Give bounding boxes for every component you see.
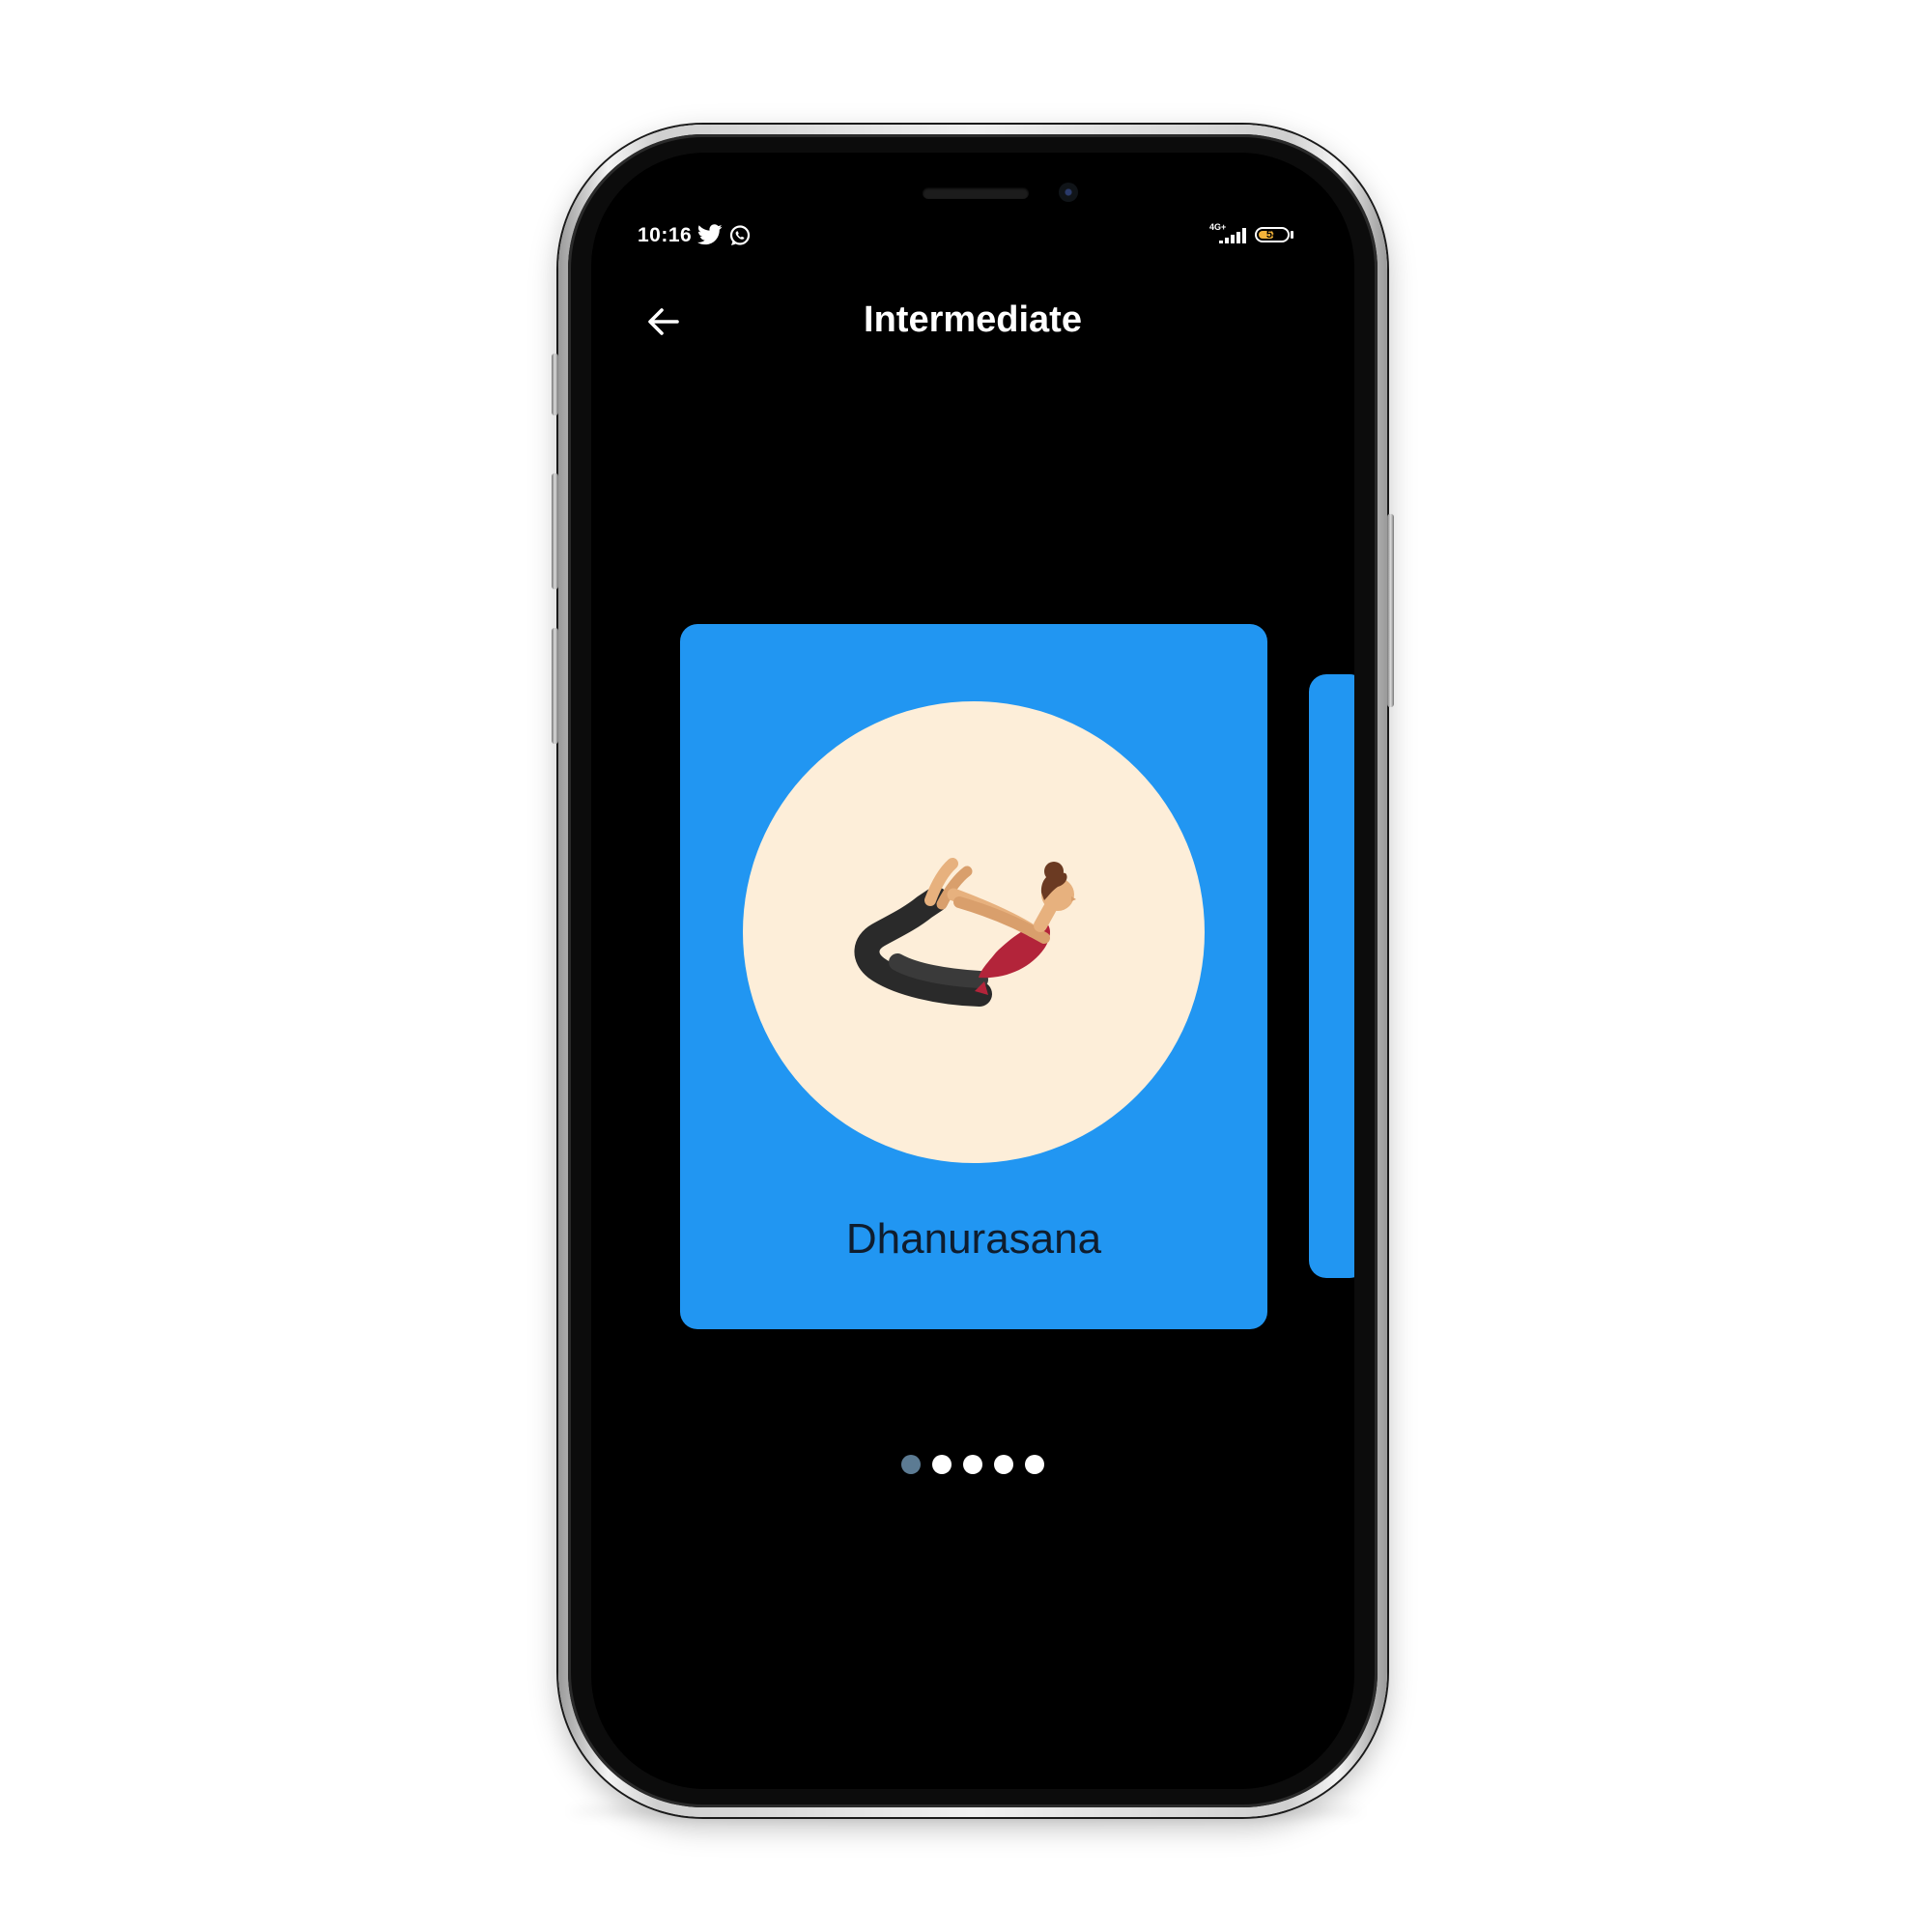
pose-name: Dhanurasana [845,1215,1102,1263]
bow-pose-figure [854,858,1076,1007]
silent-switch [552,354,558,415]
battery-icon: 58 [1255,227,1290,242]
page-indicator-dot[interactable] [1025,1455,1044,1474]
page-indicator-dot[interactable] [932,1455,952,1474]
page-indicator [591,1455,1354,1474]
whatsapp-icon [728,224,752,252]
page-indicator-dot[interactable] [994,1455,1013,1474]
front-camera [1059,183,1078,202]
battery-cap [1291,231,1293,239]
volume-down-button [552,628,558,744]
signal-strength-icon [1219,228,1248,248]
page-indicator-dot[interactable] [901,1455,921,1474]
status-time: 10:16 [638,224,693,246]
battery-percentage: 58 [1265,229,1279,241]
power-button [1387,514,1394,707]
page-title: Intermediate [864,299,1082,340]
pose-card[interactable]: Dhanurasana [680,624,1267,1329]
twitter-icon [696,224,723,250]
next-pose-card-peek[interactable] [1309,674,1354,1278]
pose-illustration-background [743,701,1205,1163]
volume-up-button [552,473,558,589]
earpiece-speaker [923,187,1029,199]
phone-screen: 10:16 4G+ 58 Intermediate Dhanurasana [591,153,1354,1789]
page-indicator-dot[interactable] [963,1455,982,1474]
